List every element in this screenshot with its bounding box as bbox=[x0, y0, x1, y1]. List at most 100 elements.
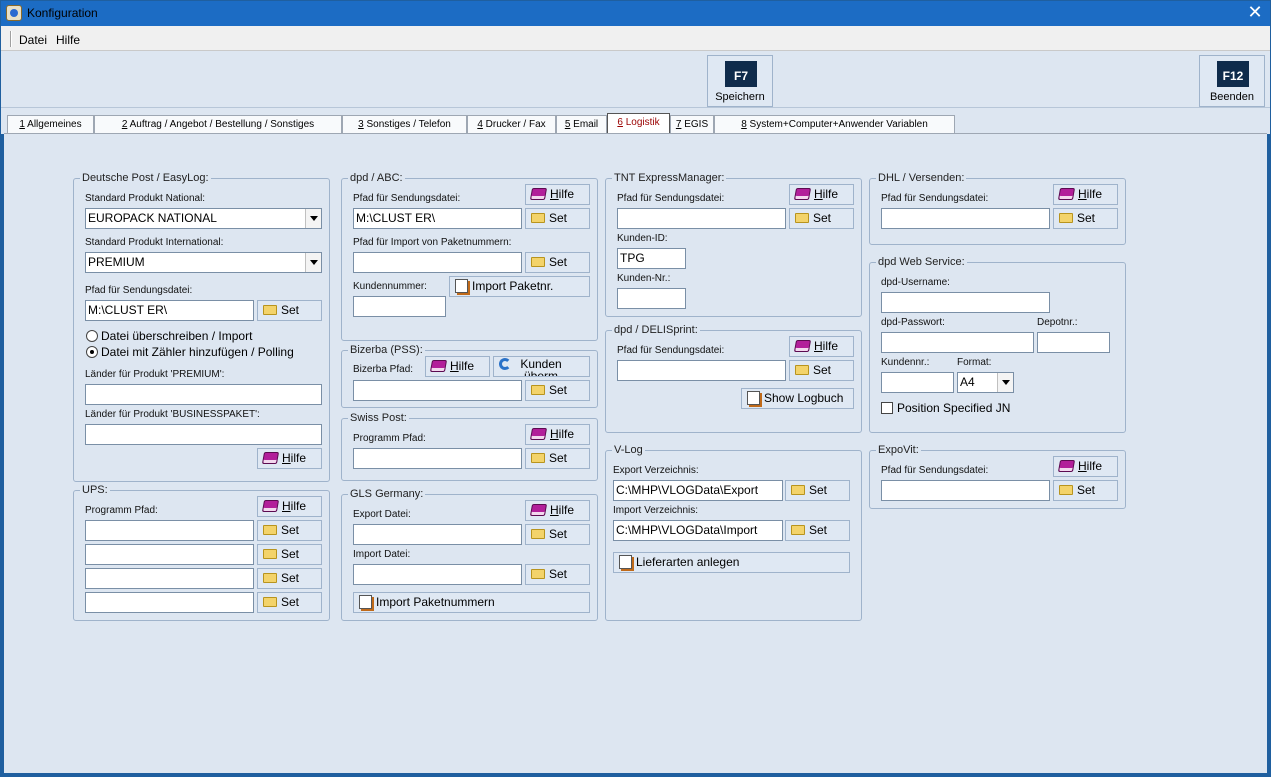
label-import-verzeichnis: Import Verzeichnis: bbox=[613, 505, 699, 516]
radio-ueberschreiben[interactable] bbox=[86, 330, 98, 342]
ups-set-button-2[interactable]: Set bbox=[257, 544, 322, 565]
exit-button[interactable]: F12 Beenden bbox=[1199, 55, 1265, 107]
kunden-uebernehmen-button[interactable]: Kunden überm bbox=[493, 356, 590, 377]
kundennr-field[interactable] bbox=[881, 372, 954, 393]
tab-sonstiges[interactable]: 3 Sonstiges / Telefon bbox=[342, 115, 467, 134]
dpd-abc-set-button[interactable]: Set bbox=[525, 208, 590, 229]
close-icon[interactable]: ✕ bbox=[1245, 2, 1265, 22]
chevron-down-icon[interactable] bbox=[305, 209, 321, 228]
tab-egis[interactable]: 7 EGIS bbox=[670, 115, 714, 134]
kunden-nr-field[interactable] bbox=[617, 288, 686, 309]
dp-set-button[interactable]: Set bbox=[257, 300, 322, 321]
deli-pfad-field[interactable] bbox=[617, 360, 786, 381]
label-pfad-sendungsdatei: Pfad für Sendungsdatei: bbox=[881, 465, 989, 476]
format-select[interactable]: A4 bbox=[957, 372, 1014, 393]
kundennummer-field[interactable] bbox=[353, 296, 446, 317]
produkt-international-select[interactable]: PREMIUM bbox=[85, 252, 322, 273]
swiss-hilfe-button[interactable]: Hilfe bbox=[525, 424, 590, 445]
dp-pfad-field[interactable]: M:\CLUST ER\ bbox=[85, 300, 254, 321]
tnt-hilfe-button[interactable]: Hilfe bbox=[789, 184, 854, 205]
swiss-set-button[interactable]: Set bbox=[525, 448, 590, 469]
dhl-set-button[interactable]: Set bbox=[1053, 208, 1118, 229]
expovit-hilfe-button[interactable]: Hilfe bbox=[1053, 456, 1118, 477]
tab-auftrag[interactable]: 2 Auftrag / Angebot / Bestellung / Sonst… bbox=[94, 115, 342, 134]
tab-drucker[interactable]: 4 Drucker / Fax bbox=[467, 115, 556, 134]
bizerba-hilfe-button[interactable]: Hilfe bbox=[425, 356, 490, 377]
select-value: A4 bbox=[960, 375, 975, 389]
button-label: Set bbox=[281, 547, 300, 561]
logbook-icon bbox=[747, 391, 760, 405]
hotkey: H bbox=[450, 359, 459, 373]
gls-import-field[interactable] bbox=[353, 564, 522, 585]
group-title: TNT ExpressManager: bbox=[612, 172, 727, 184]
menu-datei[interactable]: Datei bbox=[19, 33, 47, 47]
bizerba-pfad-field[interactable] bbox=[353, 380, 522, 401]
ups-pfad-field-3[interactable] bbox=[85, 568, 254, 589]
radio-zaehler[interactable] bbox=[86, 346, 98, 358]
dpd-passwort-field[interactable] bbox=[881, 332, 1034, 353]
expovit-set-button[interactable]: Set bbox=[1053, 480, 1118, 501]
show-logbuch-button[interactable]: Show Logbuch bbox=[741, 388, 854, 409]
button-label: Set bbox=[809, 523, 828, 537]
ups-hilfe-button[interactable]: Hilfe bbox=[257, 496, 322, 517]
gls-export-field[interactable] bbox=[353, 524, 522, 545]
deli-hilfe-button[interactable]: Hilfe bbox=[789, 336, 854, 357]
kunden-id-field[interactable]: TPG bbox=[617, 248, 686, 269]
button-label: Set bbox=[813, 363, 832, 377]
menu-hilfe[interactable]: Hilfe bbox=[56, 33, 80, 47]
dp-hilfe-button[interactable]: Hilfe bbox=[257, 448, 322, 469]
ups-set-button-1[interactable]: Set bbox=[257, 520, 322, 541]
bizerba-set-button[interactable]: Set bbox=[525, 380, 590, 401]
save-button[interactable]: F7 Speichern bbox=[707, 55, 773, 107]
dpd-username-field[interactable] bbox=[881, 292, 1050, 313]
dpd-abc-hilfe-button[interactable]: Hilfe bbox=[525, 184, 590, 205]
dhl-hilfe-button[interactable]: Hilfe bbox=[1053, 184, 1118, 205]
help-book-icon bbox=[1057, 188, 1076, 200]
app-icon bbox=[6, 5, 22, 21]
label-kunden-id: Kunden-ID: bbox=[617, 233, 668, 244]
folder-icon bbox=[795, 213, 809, 223]
gls-export-set-button[interactable]: Set bbox=[525, 524, 590, 545]
gls-import-set-button[interactable]: Set bbox=[525, 564, 590, 585]
ups-set-button-3[interactable]: Set bbox=[257, 568, 322, 589]
help-book-icon bbox=[429, 360, 448, 372]
import-paketnr-button[interactable]: Import Paketnr. bbox=[449, 276, 590, 297]
vlog-export-set-button[interactable]: Set bbox=[785, 480, 850, 501]
label-bizerba-pfad: Bizerba Pfad: bbox=[353, 364, 414, 375]
tab-email[interactable]: 5 Email bbox=[556, 115, 607, 134]
dpd-abc-import-field[interactable] bbox=[353, 252, 522, 273]
import-paketnummern-button[interactable]: Import Paketnummern bbox=[353, 592, 590, 613]
folder-icon bbox=[263, 525, 277, 535]
group-title: V-Log bbox=[612, 444, 645, 456]
ups-pfad-field-2[interactable] bbox=[85, 544, 254, 565]
vlog-import-field[interactable]: C:\MHP\VLOGData\Import bbox=[613, 520, 783, 541]
dhl-pfad-field[interactable] bbox=[881, 208, 1050, 229]
ups-pfad-field-1[interactable] bbox=[85, 520, 254, 541]
button-label: Show Logbuch bbox=[764, 391, 844, 405]
tnt-set-button[interactable]: Set bbox=[789, 208, 854, 229]
dpd-abc-import-set-button[interactable]: Set bbox=[525, 252, 590, 273]
depotnr-field[interactable] bbox=[1037, 332, 1110, 353]
tab-allgemeines[interactable]: 1 Allgemeines bbox=[7, 115, 94, 134]
laender-business-field[interactable] bbox=[85, 424, 322, 445]
lieferarten-anlegen-button[interactable]: Lieferarten anlegen bbox=[613, 552, 850, 573]
produkt-national-select[interactable]: EUROPACK NATIONAL bbox=[85, 208, 322, 229]
laender-premium-field[interactable] bbox=[85, 384, 322, 405]
folder-icon bbox=[531, 529, 545, 539]
tab-system-variablen[interactable]: 8 System+Computer+Anwender Variablen bbox=[714, 115, 955, 134]
help-book-icon bbox=[261, 500, 280, 512]
expovit-pfad-field[interactable] bbox=[881, 480, 1050, 501]
vlog-import-set-button[interactable]: Set bbox=[785, 520, 850, 541]
vlog-export-field[interactable]: C:\MHP\VLOGData\Export bbox=[613, 480, 783, 501]
ups-pfad-field-4[interactable] bbox=[85, 592, 254, 613]
swiss-pfad-field[interactable] bbox=[353, 448, 522, 469]
position-specified-checkbox[interactable] bbox=[881, 402, 893, 414]
dpd-abc-pfad-field[interactable]: M:\CLUST ER\ bbox=[353, 208, 522, 229]
gls-hilfe-button[interactable]: Hilfe bbox=[525, 500, 590, 521]
tab-logistik[interactable]: 6 Logistik bbox=[607, 113, 670, 134]
chevron-down-icon[interactable] bbox=[997, 373, 1013, 392]
tnt-pfad-field[interactable] bbox=[617, 208, 786, 229]
chevron-down-icon[interactable] bbox=[305, 253, 321, 272]
ups-set-button-4[interactable]: Set bbox=[257, 592, 322, 613]
deli-set-button[interactable]: Set bbox=[789, 360, 854, 381]
